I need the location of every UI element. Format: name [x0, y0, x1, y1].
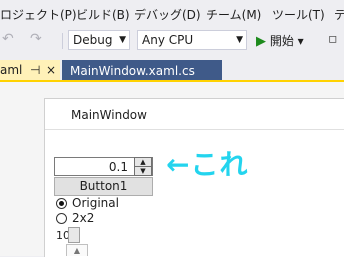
spin-buttons: ▲ ▼: [134, 157, 152, 176]
redo-icon[interactable]: ↷: [30, 31, 42, 47]
menu-tools[interactable]: ツール(T): [272, 6, 325, 23]
annotation-arrow-text: ←これ: [166, 148, 249, 181]
menu-build[interactable]: ビルド(B): [76, 6, 130, 23]
configuration-value: Debug: [73, 33, 113, 47]
tab-mainwindow-xaml[interactable]: aml ⊣ ×: [0, 60, 60, 82]
radio-indicator[interactable]: [56, 213, 67, 224]
menu-bar: ロジェクト(P) ビルド(B) デバッグ(D) チーム(M) ツール(T) テ: [0, 0, 344, 27]
chevron-down-icon: ▼: [119, 35, 126, 45]
start-label: 開始: [269, 34, 294, 48]
close-icon[interactable]: ×: [46, 60, 56, 80]
window-title-bar: MainWindow: [45, 99, 344, 130]
radio-indicator[interactable]: [56, 198, 67, 209]
configuration-dropdown[interactable]: Debug ▼: [68, 30, 130, 50]
platform-value: Any CPU: [142, 33, 194, 47]
spin-up-icon[interactable]: ▲: [135, 158, 151, 167]
play-icon: ▶: [256, 34, 266, 49]
radio-label: 2x2: [72, 211, 95, 225]
tab-mainwindow-xaml-cs[interactable]: MainWindow.xaml.cs: [62, 60, 222, 82]
menu-project[interactable]: ロジェクト(P): [0, 6, 77, 23]
toolbar-separator: [62, 33, 63, 49]
platform-dropdown[interactable]: Any CPU ▼: [137, 30, 247, 50]
menu-debug[interactable]: デバッグ(D): [134, 6, 201, 23]
toolbar: ↶ ↷ Debug ▼ Any CPU ▼ ▶ 開始 ▾ ▫: [0, 27, 344, 56]
radio-label: Original: [72, 196, 119, 210]
start-dropdown-icon[interactable]: ▾: [298, 34, 304, 48]
toolbar-more-icon[interactable]: ▫: [328, 31, 338, 47]
slider-thumb[interactable]: [68, 227, 80, 243]
button1[interactable]: Button1: [54, 177, 153, 196]
pin-icon[interactable]: ⊣: [30, 60, 40, 80]
document-tab-bar: aml ⊣ × MainWindow.xaml.cs: [0, 56, 344, 82]
spin-down-icon[interactable]: ▼: [135, 167, 151, 175]
menu-test[interactable]: テ: [334, 6, 344, 23]
chevron-down-icon: ▼: [236, 35, 243, 45]
tab-label: aml: [0, 63, 23, 77]
menu-team[interactable]: チーム(M): [206, 6, 261, 23]
undo-icon[interactable]: ↶: [2, 31, 14, 47]
numeric-value: 0.1: [108, 160, 128, 174]
scroll-up-icon[interactable]: ▲: [66, 244, 88, 256]
start-button[interactable]: ▶ 開始 ▾: [256, 32, 304, 49]
window-title: MainWindow: [71, 108, 147, 122]
